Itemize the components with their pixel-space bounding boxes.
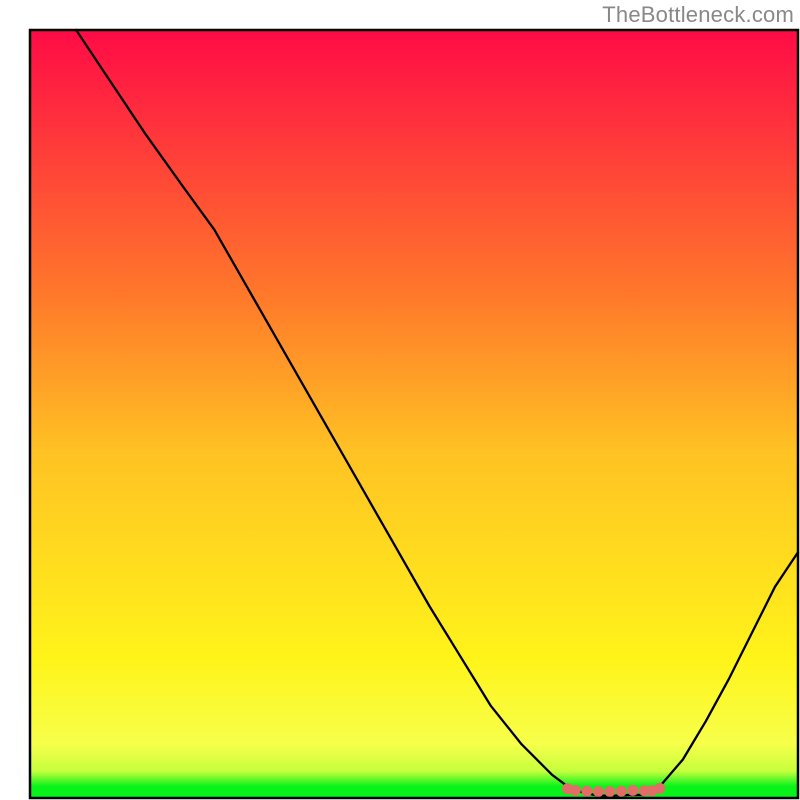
- optimal-marker: [581, 786, 592, 797]
- bottleneck-chart: [0, 0, 800, 800]
- chart-container: TheBottleneck.com: [0, 0, 800, 800]
- optimal-marker: [616, 786, 627, 797]
- optimal-marker: [627, 785, 638, 796]
- optimal-marker: [654, 783, 665, 794]
- bottom-green-band: [30, 786, 798, 798]
- optimal-marker: [570, 785, 581, 796]
- plot-background: [30, 30, 798, 798]
- optimal-marker: [604, 786, 615, 797]
- optimal-marker: [593, 786, 604, 797]
